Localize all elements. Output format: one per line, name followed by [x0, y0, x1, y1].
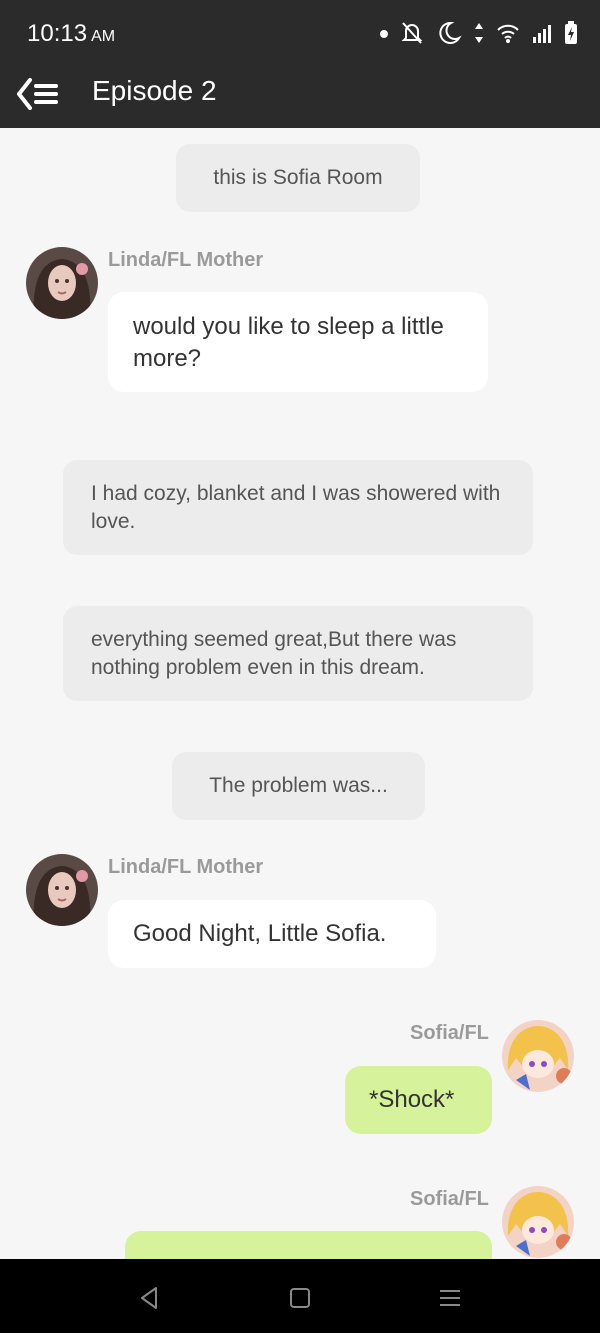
top-app-bar: 10:13 AM Episode 2	[0, 0, 600, 128]
speaker-name: Sofia/FL	[410, 1022, 489, 1044]
data-arrows-icon	[475, 23, 483, 43]
status-time: 10:13 AM	[27, 20, 115, 48]
linda-portrait-icon	[26, 854, 98, 926]
notification-dot-icon	[380, 30, 388, 38]
signal-icon	[533, 25, 551, 43]
narration-bubble: everything seemed great,But there was no…	[63, 606, 533, 701]
linda-portrait-icon	[26, 247, 98, 319]
sofia-portrait-icon	[502, 1020, 574, 1092]
avatar-linda[interactable]	[26, 247, 98, 319]
speaker-name: Linda/FL Mother	[108, 249, 264, 271]
back-menu-icon[interactable]	[16, 74, 62, 114]
sofia-portrait-icon	[502, 1186, 574, 1258]
status-time-ampm: AM	[91, 28, 116, 45]
page-title: Episode 2	[92, 75, 217, 106]
character-message: would you like to sleep a little more?	[108, 292, 488, 392]
home-square-icon[interactable]	[285, 1283, 315, 1313]
status-icons	[380, 20, 578, 46]
player-message: *Shock*	[345, 1066, 492, 1134]
avatar-sofia[interactable]	[502, 1020, 574, 1092]
narration-bubble: The problem was...	[172, 752, 425, 820]
player-message-partial	[125, 1231, 492, 1259]
nav-bar: Episode 2	[0, 66, 600, 122]
speaker-name: Linda/FL Mother	[108, 856, 264, 878]
character-message: Good Night, Little Sofia.	[108, 900, 436, 968]
battery-charging-icon	[565, 21, 577, 44]
bell-off-icon	[401, 22, 423, 44]
narration-bubble: I had cozy, blanket and I was showered w…	[63, 460, 533, 555]
avatar-sofia[interactable]	[502, 1186, 574, 1258]
status-time-value: 10:13	[27, 20, 88, 47]
avatar-linda[interactable]	[26, 854, 98, 926]
system-nav-bar	[0, 1259, 600, 1333]
back-triangle-icon[interactable]	[134, 1283, 164, 1313]
recents-menu-icon[interactable]	[435, 1283, 465, 1313]
wifi-icon	[497, 24, 519, 43]
chat-area[interactable]: this is Sofia Room Linda/FL Mother would…	[0, 128, 600, 1259]
narration-bubble: this is Sofia Room	[176, 144, 420, 212]
status-bar: 10:13 AM	[0, 0, 600, 64]
moon-icon	[439, 21, 462, 44]
speaker-name: Sofia/FL	[410, 1188, 489, 1210]
